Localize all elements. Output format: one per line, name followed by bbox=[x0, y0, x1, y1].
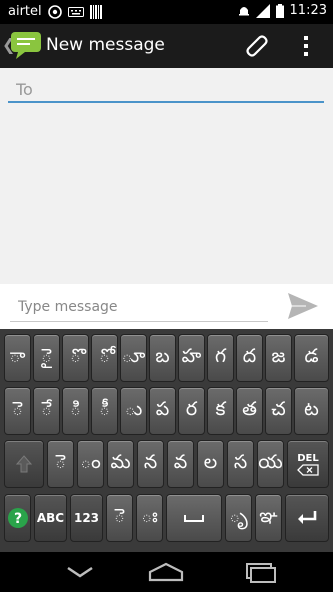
key[interactable]: ీ bbox=[91, 387, 118, 435]
key[interactable]: ె bbox=[106, 494, 133, 542]
delete-key[interactable]: DEL bbox=[287, 440, 329, 488]
key[interactable]: క bbox=[207, 387, 234, 435]
app-notification-icon bbox=[47, 4, 62, 19]
recent-apps-icon[interactable] bbox=[238, 560, 282, 584]
numeric-key[interactable]: 123 bbox=[70, 494, 103, 542]
key[interactable]: ల bbox=[197, 440, 224, 488]
key[interactable]: ప bbox=[149, 387, 176, 435]
key[interactable]: ే bbox=[33, 387, 60, 435]
clock: 11:23 bbox=[289, 3, 327, 18]
abc-key-label: ABC bbox=[36, 511, 65, 525]
page-title: New message bbox=[46, 35, 165, 55]
barcode-icon bbox=[89, 4, 102, 19]
key[interactable]: ద bbox=[236, 334, 263, 382]
key[interactable]: జ bbox=[265, 334, 292, 382]
shift-arrow-icon bbox=[16, 455, 32, 473]
home-icon[interactable] bbox=[144, 560, 188, 584]
abc-key[interactable]: ABC bbox=[34, 494, 67, 542]
action-bar: ❮ New message bbox=[0, 24, 333, 68]
key[interactable]: డ bbox=[294, 334, 329, 382]
message-input[interactable] bbox=[10, 292, 268, 322]
key[interactable]: ి bbox=[62, 387, 89, 435]
key[interactable]: ం bbox=[77, 440, 104, 488]
telugu-keyboard: ా ై ొ ో ూ బ హ గ ద జ డ ె ే ి ీ ు ప ర క త … bbox=[0, 329, 333, 552]
key[interactable]: ర bbox=[178, 387, 205, 435]
navigation-bar bbox=[0, 552, 333, 592]
key[interactable]: చ bbox=[265, 387, 292, 435]
key[interactable]: బ bbox=[149, 334, 176, 382]
help-icon-glyph: ? bbox=[13, 511, 21, 527]
key[interactable]: ై bbox=[33, 334, 60, 382]
alarm-icon bbox=[238, 6, 249, 15]
key[interactable]: ృ bbox=[225, 494, 252, 542]
key[interactable]: ు bbox=[120, 387, 147, 435]
backspace-icon bbox=[297, 463, 319, 476]
key[interactable]: న bbox=[137, 440, 164, 488]
keyboard-icon bbox=[67, 6, 84, 17]
hide-keyboard-icon[interactable] bbox=[58, 560, 102, 584]
carrier-label: airtel bbox=[8, 4, 42, 19]
key[interactable]: ె bbox=[47, 440, 74, 488]
key[interactable]: మ bbox=[107, 440, 134, 488]
key[interactable]: ొ bbox=[62, 334, 89, 382]
key[interactable]: ూ bbox=[120, 334, 147, 382]
key[interactable]: త bbox=[236, 387, 263, 435]
help-icon: ? bbox=[7, 508, 28, 528]
shift-key[interactable] bbox=[4, 440, 44, 488]
signal-icon bbox=[255, 3, 270, 18]
status-bar: airtel 11:23 bbox=[0, 0, 333, 24]
help-key[interactable]: ? bbox=[4, 494, 31, 542]
enter-icon bbox=[298, 511, 317, 524]
key[interactable]: స bbox=[227, 440, 254, 488]
messaging-app-icon[interactable] bbox=[10, 30, 42, 60]
message-content-area bbox=[0, 68, 333, 284]
key[interactable]: ఞ bbox=[255, 494, 282, 542]
numeric-key-label: 123 bbox=[73, 511, 100, 525]
space-key[interactable] bbox=[166, 494, 222, 542]
key[interactable]: వ bbox=[167, 440, 194, 488]
recipient-input[interactable] bbox=[8, 77, 324, 103]
key[interactable]: ా bbox=[4, 334, 31, 382]
send-icon[interactable] bbox=[286, 291, 320, 321]
delete-key-label: DEL bbox=[297, 452, 319, 464]
overflow-menu-icon[interactable] bbox=[300, 34, 312, 58]
space-bar-icon bbox=[184, 515, 204, 522]
key[interactable]: ె bbox=[4, 387, 31, 435]
compose-bar bbox=[0, 284, 333, 329]
key[interactable]: గ bbox=[207, 334, 234, 382]
key[interactable]: య bbox=[257, 440, 284, 488]
enter-key[interactable] bbox=[285, 494, 329, 542]
key[interactable]: ో bbox=[91, 334, 118, 382]
key[interactable]: ః bbox=[136, 494, 163, 542]
key[interactable]: హ bbox=[178, 334, 205, 382]
paperclip-attach-icon[interactable] bbox=[243, 32, 271, 60]
key[interactable]: ట bbox=[294, 387, 329, 435]
battery-icon bbox=[275, 3, 284, 18]
